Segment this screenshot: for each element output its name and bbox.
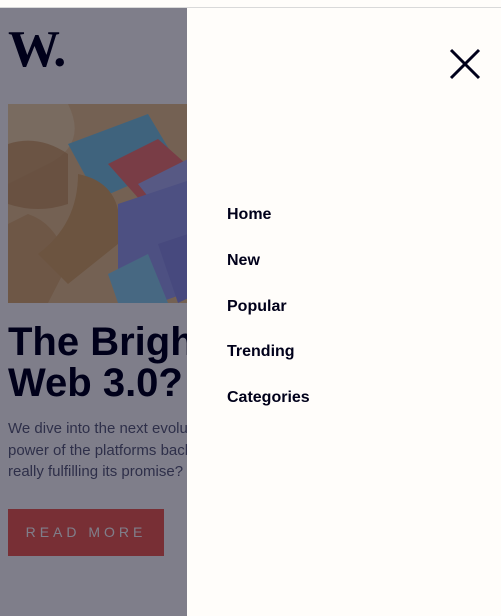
menu-link-categories[interactable]: Categories: [227, 389, 310, 407]
menu-nav-list: Home New Popular Trending Categories: [227, 206, 310, 435]
menu-item: Trending: [227, 343, 310, 389]
menu-item: New: [227, 252, 310, 298]
close-icon: [449, 48, 481, 80]
top-divider: [0, 7, 501, 8]
menu-item: Popular: [227, 298, 310, 344]
menu-link-home[interactable]: Home: [227, 206, 271, 224]
menu-item: Categories: [227, 389, 310, 435]
close-menu-button[interactable]: [449, 48, 481, 80]
mobile-menu: Home New Popular Trending Categories: [187, 8, 501, 616]
menu-link-new[interactable]: New: [227, 252, 260, 270]
menu-item: Home: [227, 206, 310, 252]
menu-link-popular[interactable]: Popular: [227, 298, 287, 316]
menu-link-trending[interactable]: Trending: [227, 343, 295, 361]
